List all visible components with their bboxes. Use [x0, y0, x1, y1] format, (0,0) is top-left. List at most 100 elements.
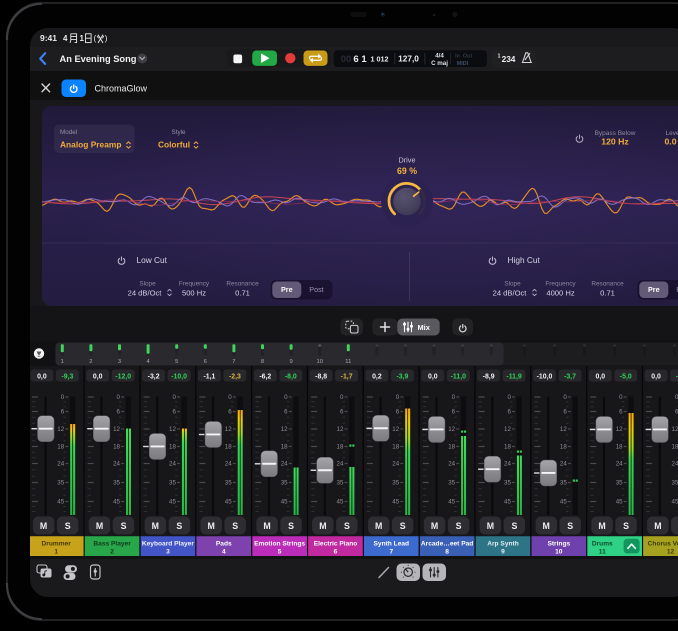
svg-text:12: 12	[113, 426, 120, 433]
svg-text:0: 0	[61, 394, 65, 401]
svg-text:45: 45	[560, 499, 567, 506]
svg-text:35: 35	[672, 480, 678, 487]
svg-text:45: 45	[281, 499, 288, 506]
svg-text:-9,3: -9,3	[61, 374, 73, 381]
svg-text:High Cut: High Cut	[508, 255, 541, 265]
svg-text:-12,0: -12,0	[115, 374, 131, 381]
svg-text:8: 8	[445, 549, 449, 556]
svg-text:S: S	[511, 521, 517, 531]
svg-text:S: S	[344, 521, 350, 531]
svg-text:ChromaGlow: ChromaGlow	[95, 84, 148, 94]
svg-text:3: 3	[118, 359, 121, 365]
svg-text:6: 6	[284, 409, 288, 416]
svg-text:Pre: Pre	[281, 285, 293, 294]
svg-text:45: 45	[225, 499, 232, 506]
svg-text:0.71: 0.71	[600, 288, 615, 297]
svg-text:45: 45	[169, 499, 176, 506]
svg-text:24: 24	[225, 461, 232, 468]
svg-text:12: 12	[448, 426, 455, 433]
svg-text:18: 18	[560, 444, 567, 451]
svg-text:-3,7: -3,7	[564, 374, 576, 381]
svg-text:7: 7	[232, 359, 235, 365]
svg-text:18: 18	[169, 444, 176, 451]
svg-text:12: 12	[504, 426, 511, 433]
svg-text:24: 24	[57, 461, 64, 468]
svg-text:18: 18	[281, 444, 288, 451]
svg-text:S: S	[400, 521, 406, 531]
svg-text:1: 1	[54, 549, 58, 556]
svg-text:4: 4	[222, 549, 226, 556]
svg-text:S: S	[121, 521, 127, 531]
svg-text:18: 18	[504, 444, 511, 451]
svg-text:24: 24	[392, 461, 399, 468]
svg-text:35: 35	[616, 480, 623, 487]
svg-text:6: 6	[61, 409, 65, 416]
svg-text:120 Hz: 120 Hz	[601, 137, 629, 147]
svg-text:12: 12	[616, 426, 623, 433]
svg-text:S: S	[623, 521, 629, 531]
svg-text:0,0: 0,0	[596, 374, 606, 381]
svg-text:9: 9	[289, 359, 292, 365]
svg-text:24: 24	[113, 461, 120, 468]
svg-text:24: 24	[448, 461, 455, 468]
svg-text:24: 24	[504, 461, 511, 468]
svg-text:18: 18	[113, 444, 120, 451]
svg-text:45: 45	[392, 499, 399, 506]
svg-text:24: 24	[672, 461, 678, 468]
svg-text:0: 0	[619, 394, 623, 401]
svg-text:Drive: Drive	[398, 156, 415, 165]
svg-text:6: 6	[452, 409, 456, 416]
svg-text:18: 18	[448, 444, 455, 451]
svg-text:M: M	[152, 521, 159, 531]
svg-text:18: 18	[392, 444, 399, 451]
svg-text:Bass Player: Bass Player	[93, 540, 131, 547]
svg-text:Low Cut: Low Cut	[137, 255, 168, 265]
svg-text:Out: Out	[463, 54, 472, 60]
svg-text:C maj: C maj	[431, 60, 448, 67]
svg-text:1: 1	[80, 34, 85, 43]
svg-text:6: 6	[563, 409, 567, 416]
svg-text:Post: Post	[309, 285, 323, 294]
svg-text:24: 24	[281, 461, 288, 468]
svg-text:6: 6	[340, 409, 344, 416]
svg-text:69 %: 69 %	[397, 166, 417, 176]
svg-text:10: 10	[555, 549, 563, 556]
svg-text:12: 12	[667, 549, 675, 556]
svg-text:Arcade…eet Pad: Arcade…eet Pad	[421, 540, 473, 547]
svg-text:1: 1	[61, 359, 64, 365]
svg-text:-5,0: -5,0	[620, 374, 632, 381]
svg-text:-2,3: -2,3	[229, 374, 241, 381]
svg-text:18: 18	[225, 444, 232, 451]
svg-text:0: 0	[228, 394, 232, 401]
svg-text:45: 45	[113, 499, 120, 506]
svg-text:An Evening Song: An Evening Song	[60, 54, 137, 64]
svg-text:10: 10	[316, 359, 322, 365]
svg-text:24 dB/Oct: 24 dB/Oct	[493, 288, 528, 297]
svg-text:35: 35	[560, 480, 567, 487]
svg-text:18: 18	[616, 444, 623, 451]
svg-text:Style: Style	[172, 129, 186, 136]
svg-text:12: 12	[392, 426, 399, 433]
svg-text:M: M	[598, 521, 605, 531]
svg-text:35: 35	[281, 480, 288, 487]
svg-text:35: 35	[169, 480, 176, 487]
svg-text:(: (	[94, 34, 97, 43]
svg-text:Model: Model	[60, 129, 77, 136]
svg-text:-1,1: -1,1	[203, 374, 215, 381]
svg-text:35: 35	[337, 480, 344, 487]
svg-text:234: 234	[502, 54, 516, 64]
svg-text:0.0: 0.0	[664, 137, 676, 147]
svg-text:M: M	[208, 521, 215, 531]
svg-text:8: 8	[261, 359, 264, 365]
svg-text:-3,2: -3,2	[148, 374, 160, 381]
svg-text:35: 35	[113, 480, 120, 487]
svg-text:7: 7	[389, 549, 393, 556]
svg-text:0: 0	[396, 394, 400, 401]
svg-text:Resonance: Resonance	[226, 280, 259, 287]
svg-text:-1,7: -1,7	[341, 374, 353, 381]
svg-text:0: 0	[563, 394, 567, 401]
svg-text:Colorful: Colorful	[158, 140, 190, 150]
svg-text:6: 6	[334, 549, 338, 556]
svg-text:3: 3	[166, 549, 170, 556]
svg-text:-11,0: -11,0	[451, 374, 466, 381]
